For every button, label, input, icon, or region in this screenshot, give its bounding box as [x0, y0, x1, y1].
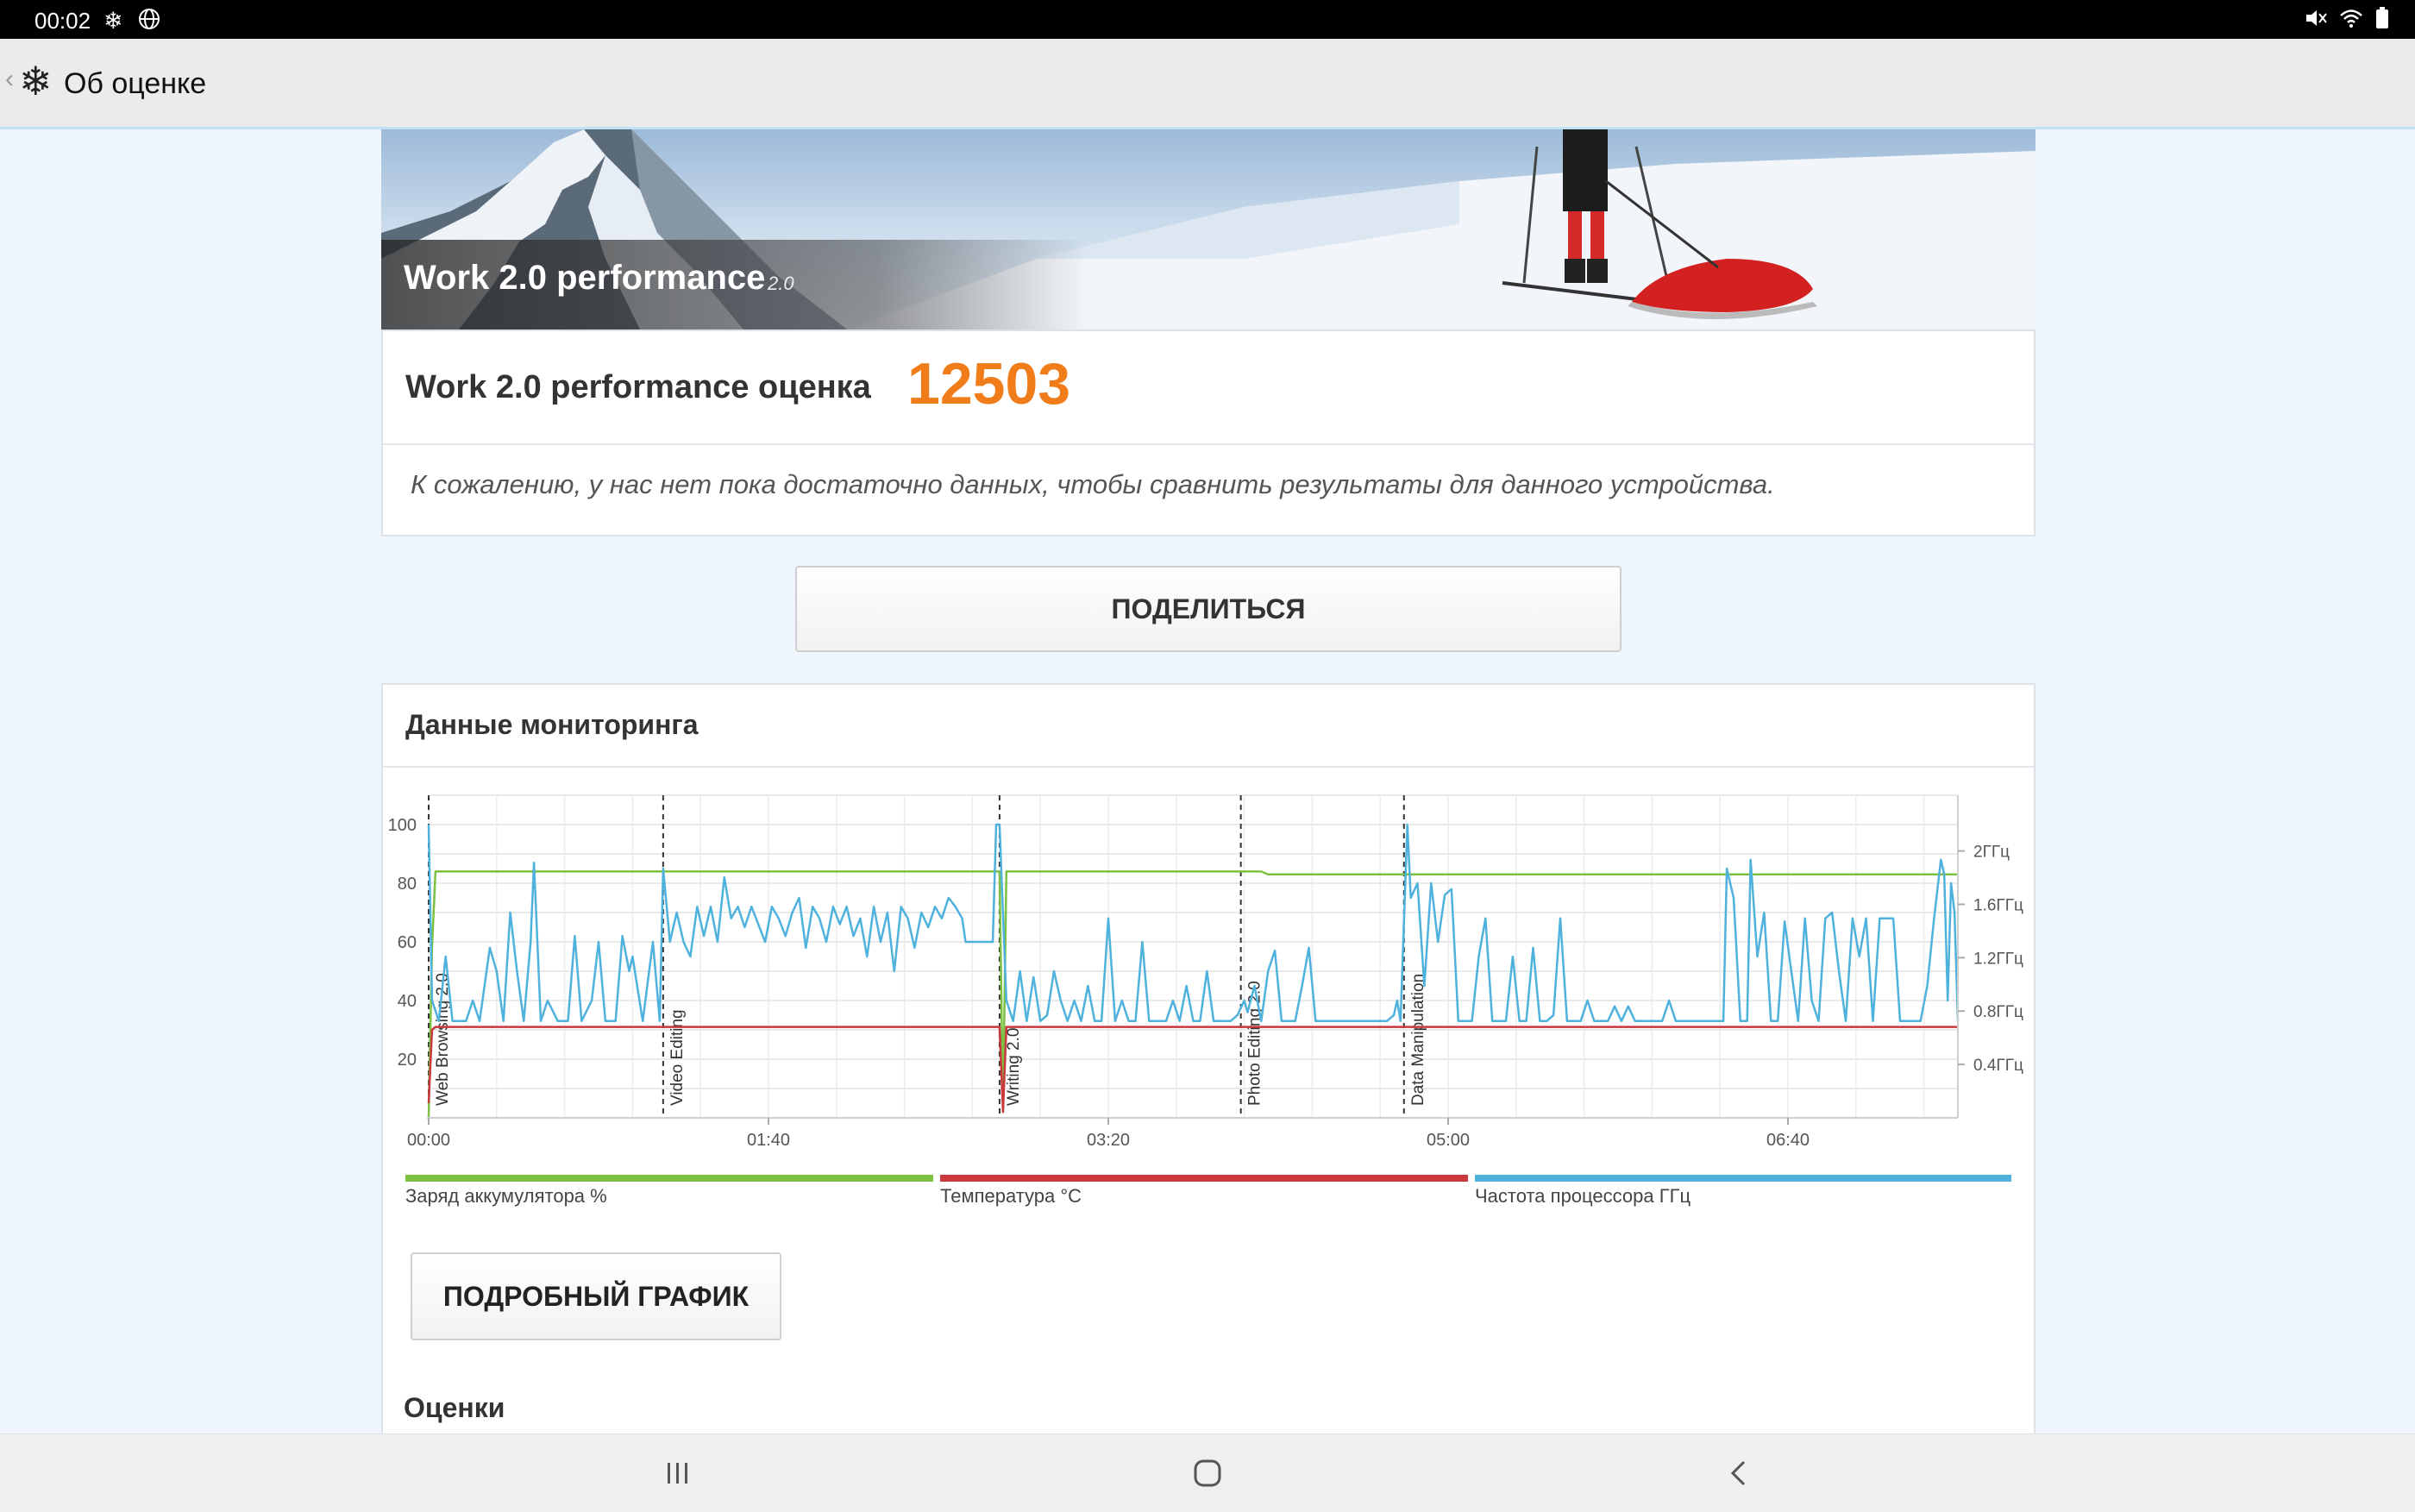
chart-test-marker-label: Data Manipulation [1409, 974, 1427, 1106]
chart-x-tick-label: 05:00 [1427, 1131, 1470, 1150]
legend-bar-temperature [940, 1175, 1468, 1182]
chart-left-tick-label: 80 [398, 875, 417, 894]
chart-right-tick-label: 0.8ГГц [1973, 1003, 2023, 1021]
chart-test-marker-label: Photo Editing 2.0 [1246, 981, 1264, 1106]
chart-left-tick-label: 60 [398, 933, 417, 952]
chart-right-tick-label: 2ГГц [1973, 844, 2010, 862]
chart-right-tick-label: 1.2ГГц [1973, 950, 2023, 968]
back-icon[interactable] [1713, 1452, 1765, 1495]
detail-chart-button[interactable]: ПОДРОБНЫЙ ГРАФИК [411, 1252, 781, 1340]
chart-x-tick-label: 03:20 [1087, 1131, 1130, 1150]
chart-x-tick-label: 00:00 [407, 1131, 450, 1150]
legend-label-battery: Заряд аккумулятора % [405, 1185, 607, 1207]
chart-test-marker-label: Writing 2.0 [1005, 1028, 1023, 1106]
legend-label-temperature: Температура °C [940, 1185, 1082, 1207]
chart-left-tick-label: 40 [398, 992, 417, 1011]
chart-x-tick-label: 01:40 [747, 1131, 790, 1150]
legend-label-cpu: Частота процессора ГГц [1475, 1185, 1691, 1207]
chart-left-tick-label: 100 [388, 816, 417, 835]
navigation-bar [0, 1434, 2415, 1512]
chart-left-tick-label: 20 [398, 1051, 417, 1070]
legend-bar-cpu [1475, 1175, 2011, 1182]
scores-heading: Оценки [404, 1392, 505, 1423]
home-icon[interactable] [1182, 1452, 1233, 1495]
legend-bar-battery [405, 1175, 933, 1182]
chart-right-tick-label: 1.6ГГц [1973, 896, 2023, 914]
recents-icon[interactable] [652, 1452, 704, 1495]
chart-test-marker-label: Video Editing [668, 1009, 687, 1106]
monitoring-chart: Web Browsing 2.0 Video Editing Writing 2.0… [388, 794, 2023, 1150]
chart-series-line [427, 1026, 1958, 1114]
chart-right-tick-label: 0.4ГГц [1973, 1057, 2023, 1075]
chart-x-tick-label: 06:40 [1766, 1131, 1810, 1150]
